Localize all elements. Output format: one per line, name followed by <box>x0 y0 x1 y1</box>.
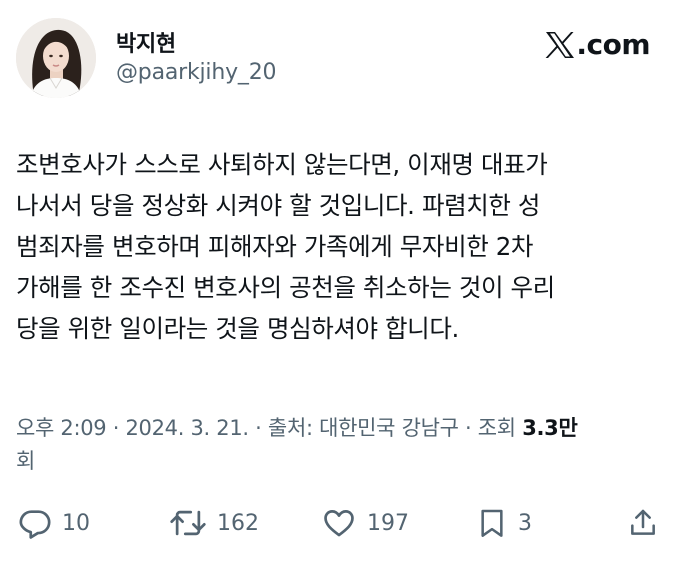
x-logo-icon <box>545 31 575 58</box>
reply-count: 10 <box>62 510 90 536</box>
brand-domain-label: .com <box>576 28 650 61</box>
views-label: 회 <box>16 449 36 473</box>
author-handle[interactable]: @paarkjihy_20 <box>116 60 276 85</box>
action-bar: 10 162 197 3 <box>16 504 666 542</box>
tweet-text-line: 당을 위한 일이라는 것을 명심하셔야 합니다. <box>16 314 459 343</box>
x-com-brand: .com <box>545 28 650 61</box>
share-button[interactable] <box>627 504 659 542</box>
views-count: 3.3만 <box>522 416 578 440</box>
bookmark-count: 3 <box>518 510 532 536</box>
heart-icon <box>324 510 354 537</box>
tweet-card: 박지현 @paarkjihy_20 .com 조변호사가 스스로 사퇴하지 않는… <box>0 0 680 564</box>
tweet-text-line: 범죄자를 변호하며 피해자와 가족에게 무자비한 2차 <box>16 232 534 261</box>
reply-icon <box>19 510 51 539</box>
tweet-text-line: 가해를 한 조수진 변호사의 공천을 취소하는 것이 우리 <box>16 273 555 302</box>
tweet-text-line: 조변호사가 스스로 사퇴하지 않는다면, 이재명 대표가 <box>16 150 548 179</box>
avatar[interactable] <box>16 18 96 98</box>
author-display-name[interactable]: 박지현 <box>116 26 176 58</box>
repost-count: 162 <box>217 510 259 536</box>
share-icon <box>631 509 655 535</box>
avatar-image <box>16 18 96 98</box>
tweet-text: 조변호사가 스스로 사퇴하지 않는다면, 이재명 대표가 나서서 당을 정상화 … <box>16 144 666 349</box>
bookmark-icon <box>481 509 503 537</box>
tweet-meta-line: 회 <box>16 445 666 478</box>
repost-button[interactable]: 162 <box>169 504 259 542</box>
tweet-text-line: 나서서 당을 정상화 시켜야 할 것입니다. 파렴치한 성 <box>16 191 541 220</box>
bookmark-button[interactable]: 3 <box>476 504 532 542</box>
tweet-meta-line: 오후 2:09 · 2024. 3. 21. · 출처: 대한민국 강남구 · … <box>16 412 666 445</box>
like-count: 197 <box>367 510 409 536</box>
tweet-meta: 오후 2:09 · 2024. 3. 21. · 출처: 대한민국 강남구 · … <box>16 412 666 478</box>
reply-button[interactable]: 10 <box>18 504 90 542</box>
timestamp-source-views[interactable]: 오후 2:09 · 2024. 3. 21. · 출처: 대한민국 강남구 · … <box>16 416 522 440</box>
repost-icon <box>170 510 206 536</box>
like-button[interactable]: 197 <box>321 504 409 542</box>
